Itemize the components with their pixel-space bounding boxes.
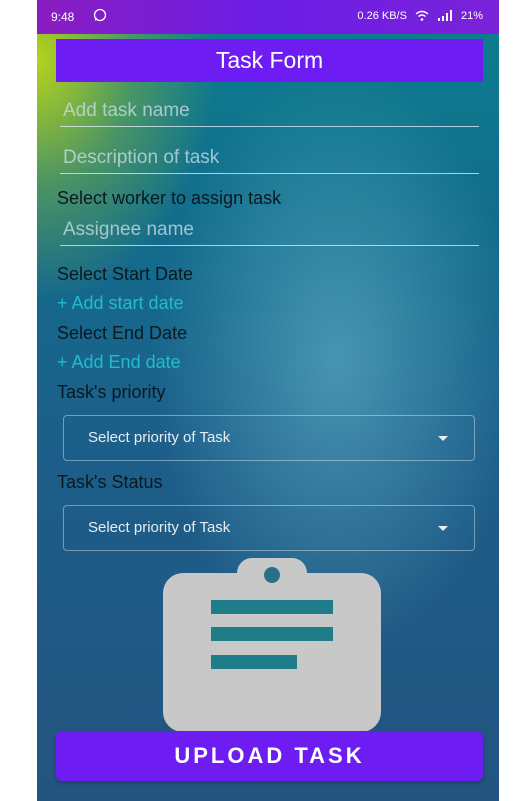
phone-screen: 9:48 0.26 KB/S 21% Task Form Add task na… bbox=[37, 0, 499, 801]
chevron-down-icon bbox=[438, 526, 448, 531]
task-name-input[interactable]: Add task name bbox=[60, 96, 479, 127]
add-start-date-link[interactable]: + Add start date bbox=[57, 293, 184, 314]
description-input[interactable]: Description of task bbox=[60, 143, 479, 174]
assignee-input[interactable]: Assignee name bbox=[60, 215, 479, 246]
status-bar: 9:48 0.26 KB/S 21% bbox=[37, 0, 499, 34]
priority-select-value: Select priority of Task bbox=[88, 429, 231, 446]
add-end-date-link[interactable]: + Add End date bbox=[57, 352, 181, 373]
status-right: 0.26 KB/S 21% bbox=[357, 10, 483, 22]
page-title: Task Form bbox=[56, 39, 483, 82]
assign-worker-label: Select worker to assign task bbox=[57, 188, 282, 208]
priority-label: Task's priority bbox=[57, 382, 166, 402]
start-date-label: Select Start Date bbox=[57, 264, 194, 284]
signal-icon bbox=[437, 10, 452, 21]
upload-task-button[interactable]: UPLOAD TASK bbox=[56, 731, 483, 781]
status-label: Task's Status bbox=[57, 472, 163, 492]
status-select[interactable]: Select priority of Task bbox=[63, 505, 475, 551]
clipboard-icon bbox=[163, 558, 381, 732]
description-placeholder: Description of task bbox=[63, 147, 220, 168]
status-select-value: Select priority of Task bbox=[88, 519, 231, 536]
end-date-label: Select End Date bbox=[57, 323, 188, 343]
network-speed: 0.26 KB/S bbox=[357, 10, 407, 22]
battery-level: 21% bbox=[460, 10, 483, 22]
wifi-icon bbox=[415, 10, 429, 21]
assignee-placeholder: Assignee name bbox=[63, 219, 194, 240]
status-time: 9:48 bbox=[51, 10, 75, 24]
chevron-down-icon bbox=[438, 436, 448, 441]
task-name-placeholder: Add task name bbox=[63, 100, 190, 121]
priority-select[interactable]: Select priority of Task bbox=[63, 415, 475, 461]
whatsapp-icon bbox=[93, 8, 107, 22]
